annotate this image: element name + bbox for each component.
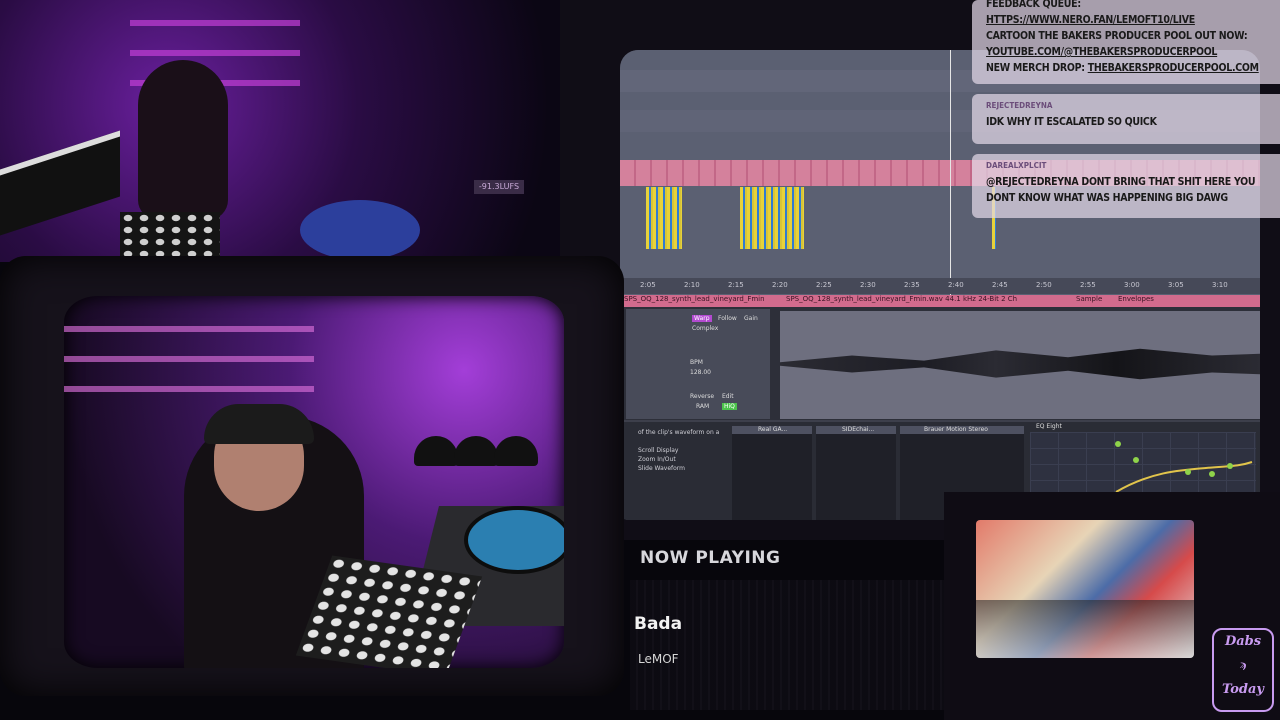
waveform	[780, 348, 1260, 380]
ruler-tick: 2:45	[992, 281, 1008, 289]
ruler-tick: 2:10	[684, 281, 700, 289]
clip-view: SPS_OQ_128_synth_lead_vineyard_Fmin SPS_…	[620, 295, 1260, 420]
ram-button[interactable]: RAM	[696, 403, 709, 410]
vinyl-record	[464, 506, 564, 574]
logo-mark: ϡ	[1239, 660, 1247, 671]
info-view: of the clip's waveform on a Scroll Displ…	[638, 428, 724, 473]
chat-message: DAREALXPLCIT @REJECTEDREYNA DONT BRING T…	[972, 154, 1280, 218]
bpm-label: BPM	[690, 359, 703, 366]
chat-username[interactable]: DAREALXPLCIT	[986, 161, 1280, 170]
channel-logo: Dabs ϡ Today	[1212, 628, 1274, 712]
cap	[204, 404, 314, 444]
info-line: Slide Waveform	[638, 465, 686, 472]
shelf	[64, 386, 314, 392]
drum-pad	[120, 212, 220, 258]
streamer-figure	[138, 60, 228, 220]
ruler-tick: 2:20	[772, 281, 788, 289]
audio-clip[interactable]	[646, 187, 682, 249]
shelf	[64, 326, 314, 332]
info-line: Scroll Display	[638, 447, 679, 454]
gain-label: Gain	[744, 315, 758, 322]
lufs-readout: -91.3LUFS	[474, 180, 524, 194]
device-title: Brauer Motion Stereo	[924, 426, 988, 433]
youtube-link[interactable]: YOUTUBE.COM/@THEBAKERSPRODUCERPOOL	[986, 44, 1280, 60]
ruler-tick: 2:55	[1080, 281, 1096, 289]
shelf	[130, 50, 300, 56]
speaker-grille	[630, 580, 970, 710]
follow-button[interactable]: Follow	[718, 315, 737, 322]
warp-mode-select[interactable]: Complex	[692, 325, 718, 332]
hat	[414, 436, 458, 466]
clip-controls: Warp Follow Complex BPM 128.00 Gain Reve…	[626, 309, 770, 419]
device-title: SIDEchai...	[842, 426, 875, 433]
audio-clip[interactable]	[740, 187, 804, 249]
chat-announcement: FEEDBACK QUEUE: HTTPS://WWW.NERO.FAN/LEM…	[972, 0, 1280, 84]
device-title: Real GA...	[758, 426, 788, 433]
clip-title-bar: SPS_OQ_128_synth_lead_vineyard_Fmin SPS_…	[620, 295, 1260, 307]
playhead[interactable]	[950, 50, 951, 295]
ruler-tick: 2:35	[904, 281, 920, 289]
chat-text: IDK WHY IT ESCALATED SO QUICK	[986, 116, 1157, 128]
keyboard	[0, 130, 120, 236]
webcam-main	[64, 296, 564, 668]
chat-message: REJECTEDREYNA IDK WHY IT ESCALATED SO QU…	[972, 94, 1280, 144]
logo-text: Today	[1222, 682, 1264, 697]
ruler-tick: 3:10	[1212, 281, 1228, 289]
ruler-tick: 2:05	[640, 281, 656, 289]
hiq-button[interactable]: HiQ	[722, 403, 737, 410]
shelf	[64, 356, 314, 362]
bpm-value[interactable]: 128.00	[690, 369, 711, 376]
ruler-tick: 2:15	[728, 281, 744, 289]
info-line: of the clip's waveform on a	[638, 429, 720, 436]
info-line: Zoom In/Out	[638, 456, 676, 463]
tab-sample[interactable]: Sample	[1076, 295, 1102, 303]
ruler-tick: 3:00	[1124, 281, 1140, 289]
rug	[300, 200, 420, 260]
tab-envelopes[interactable]: Envelopes	[1118, 295, 1154, 303]
device-sidechain[interactable]: SIDEchai...	[816, 426, 896, 520]
logo-text: Dabs	[1224, 634, 1262, 649]
hat	[494, 436, 538, 466]
warp-button[interactable]: Warp	[692, 315, 712, 322]
reverse-button[interactable]: Reverse	[690, 393, 714, 400]
track-artist: LeMOF	[638, 652, 679, 666]
ruler-tick: 2:40	[948, 281, 964, 289]
chat-line: NEW MERCH DROP:	[986, 62, 1085, 74]
chat-username[interactable]: REJECTEDREYNA	[986, 101, 1280, 110]
chat-line: FEEDBACK QUEUE:	[986, 0, 1081, 10]
clip-file: SPS_OQ_128_synth_lead_vineyard_Fmin.wav …	[786, 295, 1018, 303]
feedback-link[interactable]: HTTPS://WWW.NERO.FAN/LEMOFT10/LIVE	[986, 12, 1280, 28]
ruler-tick: 2:25	[816, 281, 832, 289]
shelf	[130, 20, 300, 26]
webcam-top: -91.3LUFS	[0, 0, 560, 262]
now-playing-label: NOW PLAYING	[640, 548, 781, 568]
device-title: EQ Eight	[1036, 423, 1062, 430]
time-ruler[interactable]: 2:05 2:10 2:15 2:20 2:25 2:30 2:35 2:40 2:45 2:50…	[620, 278, 1260, 294]
clip-name: SPS_OQ_128_synth_lead_vineyard_Fmin	[624, 295, 765, 303]
waveform-display[interactable]	[780, 311, 1260, 419]
device-real-ga[interactable]: Real GA...	[732, 426, 812, 520]
ruler-tick: 3:05	[1168, 281, 1184, 289]
merch-link[interactable]: THEBAKERSPRODUCERPOOL.COM	[1088, 62, 1259, 74]
chat-text: @REJECTEDREYNA DONT BRING THAT SHIT HERE…	[986, 176, 1256, 204]
hat	[454, 436, 498, 466]
album-art	[976, 520, 1194, 658]
ruler-tick: 2:50	[1036, 281, 1052, 289]
track-title: Bada	[634, 614, 683, 634]
ruler-tick: 2:30	[860, 281, 876, 289]
edit-button[interactable]: Edit	[722, 393, 734, 400]
chat-line: CARTOON THE BAKERS PRODUCER POOL OUT NOW…	[986, 30, 1248, 42]
